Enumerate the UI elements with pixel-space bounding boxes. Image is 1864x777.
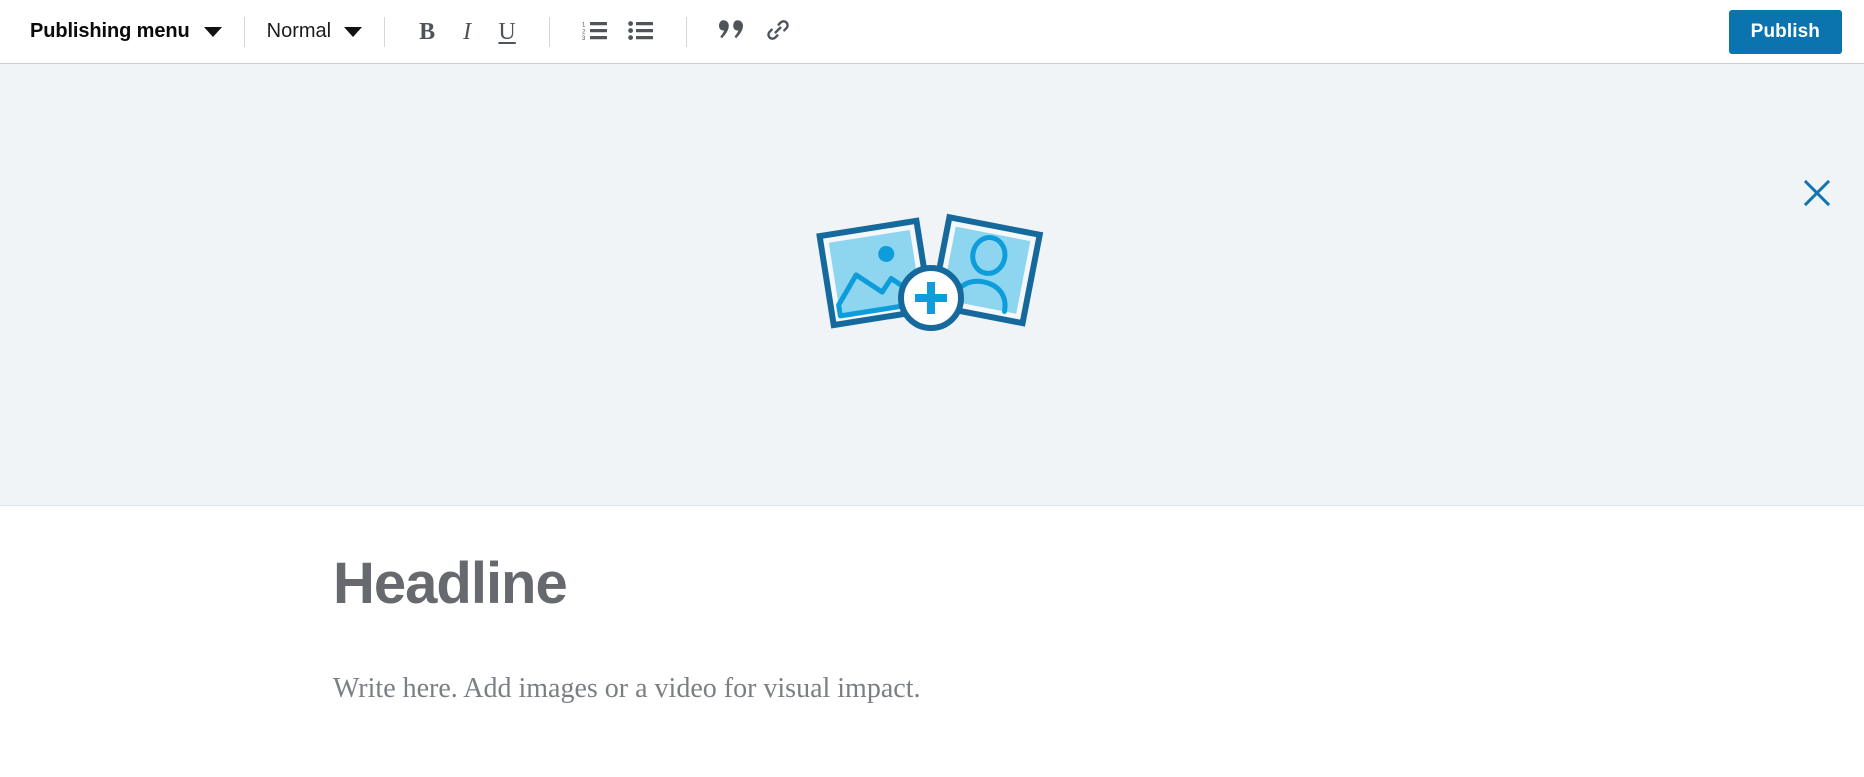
publishing-menu-label: Publishing menu [30, 20, 190, 42]
toolbar-divider [686, 16, 688, 47]
list-format-group: 1 2 3 [572, 12, 664, 52]
insert-group [709, 12, 801, 52]
italic-button[interactable]: I [447, 12, 487, 52]
media-placeholder-region[interactable] [0, 64, 1864, 506]
close-media-region-button[interactable] [1792, 169, 1842, 219]
text-style-value: Normal [266, 20, 332, 42]
toolbar-divider [243, 16, 245, 47]
editor-toolbar: Publishing menu Normal B I U 1 2 3 Publi… [0, 0, 1864, 64]
toolbar-divider [549, 16, 551, 47]
body-input[interactable]: Write here. Add images or a video for vi… [333, 616, 1864, 707]
chevron-down-icon [344, 26, 363, 37]
unordered-list-button[interactable] [618, 12, 664, 52]
link-icon [766, 18, 790, 45]
chevron-down-icon [203, 26, 222, 37]
publishing-menu-button[interactable]: Publishing menu [30, 20, 222, 43]
text-style-select[interactable]: Normal [266, 20, 363, 43]
link-button[interactable] [755, 12, 801, 52]
ordered-list-icon: 1 2 3 [582, 20, 608, 43]
bold-icon: B [419, 18, 436, 45]
underline-button[interactable]: U [487, 12, 527, 52]
bold-button[interactable]: B [407, 12, 447, 52]
unordered-list-icon [628, 20, 654, 43]
close-icon [1802, 178, 1832, 211]
svg-text:3: 3 [582, 36, 586, 40]
ordered-list-button[interactable]: 1 2 3 [572, 12, 618, 52]
toolbar-divider [384, 16, 386, 47]
svg-text:2: 2 [582, 30, 586, 36]
italic-icon: I [463, 18, 472, 45]
article-editor: Headline Write here. Add images or a vid… [0, 506, 1864, 708]
headline-input[interactable]: Headline [333, 506, 1864, 616]
underline-icon: U [498, 18, 516, 45]
quote-icon [719, 19, 745, 44]
publish-button[interactable]: Publish [1728, 9, 1842, 54]
svg-text:1: 1 [582, 23, 586, 29]
quote-button[interactable] [709, 12, 755, 52]
text-format-group: B I U [407, 12, 527, 52]
add-photos-icon [809, 208, 1055, 341]
